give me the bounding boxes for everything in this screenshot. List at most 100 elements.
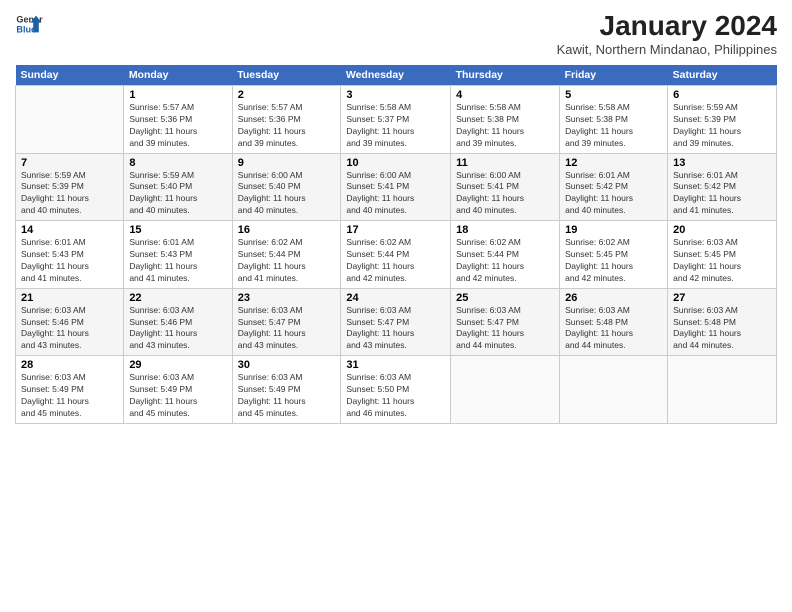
header: General Blue January 2024 Kawit, Norther… bbox=[15, 10, 777, 57]
day-info: Sunrise: 5:59 AM Sunset: 5:39 PM Dayligh… bbox=[673, 102, 771, 150]
day-info: Sunrise: 6:03 AM Sunset: 5:48 PM Dayligh… bbox=[565, 305, 662, 353]
day-number: 22 bbox=[129, 292, 226, 304]
calendar-week-4: 21Sunrise: 6:03 AM Sunset: 5:46 PM Dayli… bbox=[16, 288, 777, 356]
calendar-table: SundayMondayTuesdayWednesdayThursdayFrid… bbox=[15, 65, 777, 424]
calendar-cell bbox=[560, 356, 668, 424]
day-info: Sunrise: 6:03 AM Sunset: 5:50 PM Dayligh… bbox=[346, 372, 445, 420]
day-number: 3 bbox=[346, 89, 445, 101]
calendar-header-row: SundayMondayTuesdayWednesdayThursdayFrid… bbox=[16, 65, 777, 86]
day-info: Sunrise: 6:01 AM Sunset: 5:43 PM Dayligh… bbox=[21, 237, 118, 285]
day-info: Sunrise: 6:02 AM Sunset: 5:44 PM Dayligh… bbox=[456, 237, 554, 285]
day-number: 2 bbox=[238, 89, 336, 101]
calendar-cell: 7Sunrise: 5:59 AM Sunset: 5:39 PM Daylig… bbox=[16, 153, 124, 221]
svg-text:Blue: Blue bbox=[16, 24, 36, 34]
calendar-header-thursday: Thursday bbox=[451, 65, 560, 86]
calendar-cell: 25Sunrise: 6:03 AM Sunset: 5:47 PM Dayli… bbox=[451, 288, 560, 356]
day-number: 26 bbox=[565, 292, 662, 304]
calendar-cell: 13Sunrise: 6:01 AM Sunset: 5:42 PM Dayli… bbox=[668, 153, 777, 221]
calendar-cell: 4Sunrise: 5:58 AM Sunset: 5:38 PM Daylig… bbox=[451, 86, 560, 154]
day-number: 31 bbox=[346, 359, 445, 371]
day-info: Sunrise: 6:01 AM Sunset: 5:42 PM Dayligh… bbox=[565, 170, 662, 218]
page-subtitle: Kawit, Northern Mindanao, Philippines bbox=[557, 42, 777, 57]
day-info: Sunrise: 5:59 AM Sunset: 5:40 PM Dayligh… bbox=[129, 170, 226, 218]
calendar-cell bbox=[668, 356, 777, 424]
logo-icon: General Blue bbox=[15, 10, 43, 38]
calendar-cell: 3Sunrise: 5:58 AM Sunset: 5:37 PM Daylig… bbox=[341, 86, 451, 154]
calendar-week-1: 1Sunrise: 5:57 AM Sunset: 5:36 PM Daylig… bbox=[16, 86, 777, 154]
calendar-cell: 20Sunrise: 6:03 AM Sunset: 5:45 PM Dayli… bbox=[668, 221, 777, 289]
calendar-cell: 11Sunrise: 6:00 AM Sunset: 5:41 PM Dayli… bbox=[451, 153, 560, 221]
day-number: 11 bbox=[456, 157, 554, 169]
calendar-cell bbox=[451, 356, 560, 424]
calendar-header-friday: Friday bbox=[560, 65, 668, 86]
day-number: 24 bbox=[346, 292, 445, 304]
day-number: 21 bbox=[21, 292, 118, 304]
calendar-cell: 23Sunrise: 6:03 AM Sunset: 5:47 PM Dayli… bbox=[232, 288, 341, 356]
day-number: 10 bbox=[346, 157, 445, 169]
day-info: Sunrise: 6:03 AM Sunset: 5:49 PM Dayligh… bbox=[129, 372, 226, 420]
day-info: Sunrise: 6:03 AM Sunset: 5:45 PM Dayligh… bbox=[673, 237, 771, 285]
page-title: January 2024 bbox=[557, 10, 777, 42]
calendar-cell: 17Sunrise: 6:02 AM Sunset: 5:44 PM Dayli… bbox=[341, 221, 451, 289]
calendar-cell: 6Sunrise: 5:59 AM Sunset: 5:39 PM Daylig… bbox=[668, 86, 777, 154]
calendar-header-sunday: Sunday bbox=[16, 65, 124, 86]
day-number: 30 bbox=[238, 359, 336, 371]
day-info: Sunrise: 6:02 AM Sunset: 5:44 PM Dayligh… bbox=[346, 237, 445, 285]
day-info: Sunrise: 6:03 AM Sunset: 5:47 PM Dayligh… bbox=[238, 305, 336, 353]
day-number: 25 bbox=[456, 292, 554, 304]
day-info: Sunrise: 6:01 AM Sunset: 5:42 PM Dayligh… bbox=[673, 170, 771, 218]
calendar-cell: 28Sunrise: 6:03 AM Sunset: 5:49 PM Dayli… bbox=[16, 356, 124, 424]
day-number: 6 bbox=[673, 89, 771, 101]
calendar-week-5: 28Sunrise: 6:03 AM Sunset: 5:49 PM Dayli… bbox=[16, 356, 777, 424]
day-info: Sunrise: 6:03 AM Sunset: 5:46 PM Dayligh… bbox=[21, 305, 118, 353]
day-number: 9 bbox=[238, 157, 336, 169]
day-number: 15 bbox=[129, 224, 226, 236]
calendar-cell: 9Sunrise: 6:00 AM Sunset: 5:40 PM Daylig… bbox=[232, 153, 341, 221]
calendar-cell: 29Sunrise: 6:03 AM Sunset: 5:49 PM Dayli… bbox=[124, 356, 232, 424]
day-info: Sunrise: 6:02 AM Sunset: 5:45 PM Dayligh… bbox=[565, 237, 662, 285]
day-number: 1 bbox=[129, 89, 226, 101]
calendar-cell: 10Sunrise: 6:00 AM Sunset: 5:41 PM Dayli… bbox=[341, 153, 451, 221]
day-info: Sunrise: 6:03 AM Sunset: 5:49 PM Dayligh… bbox=[21, 372, 118, 420]
day-info: Sunrise: 5:59 AM Sunset: 5:39 PM Dayligh… bbox=[21, 170, 118, 218]
calendar-cell: 5Sunrise: 5:58 AM Sunset: 5:38 PM Daylig… bbox=[560, 86, 668, 154]
day-number: 18 bbox=[456, 224, 554, 236]
day-info: Sunrise: 5:58 AM Sunset: 5:37 PM Dayligh… bbox=[346, 102, 445, 150]
day-info: Sunrise: 6:03 AM Sunset: 5:46 PM Dayligh… bbox=[129, 305, 226, 353]
day-info: Sunrise: 6:00 AM Sunset: 5:40 PM Dayligh… bbox=[238, 170, 336, 218]
calendar-cell: 19Sunrise: 6:02 AM Sunset: 5:45 PM Dayli… bbox=[560, 221, 668, 289]
calendar-cell: 21Sunrise: 6:03 AM Sunset: 5:46 PM Dayli… bbox=[16, 288, 124, 356]
day-info: Sunrise: 6:03 AM Sunset: 5:47 PM Dayligh… bbox=[346, 305, 445, 353]
day-info: Sunrise: 6:00 AM Sunset: 5:41 PM Dayligh… bbox=[346, 170, 445, 218]
day-info: Sunrise: 6:03 AM Sunset: 5:49 PM Dayligh… bbox=[238, 372, 336, 420]
calendar-cell: 27Sunrise: 6:03 AM Sunset: 5:48 PM Dayli… bbox=[668, 288, 777, 356]
day-info: Sunrise: 5:58 AM Sunset: 5:38 PM Dayligh… bbox=[565, 102, 662, 150]
calendar-header-monday: Monday bbox=[124, 65, 232, 86]
calendar-cell: 2Sunrise: 5:57 AM Sunset: 5:36 PM Daylig… bbox=[232, 86, 341, 154]
day-info: Sunrise: 6:03 AM Sunset: 5:47 PM Dayligh… bbox=[456, 305, 554, 353]
day-number: 29 bbox=[129, 359, 226, 371]
logo: General Blue bbox=[15, 10, 47, 38]
day-info: Sunrise: 5:57 AM Sunset: 5:36 PM Dayligh… bbox=[238, 102, 336, 150]
day-number: 17 bbox=[346, 224, 445, 236]
day-number: 5 bbox=[565, 89, 662, 101]
day-number: 16 bbox=[238, 224, 336, 236]
day-number: 4 bbox=[456, 89, 554, 101]
day-number: 19 bbox=[565, 224, 662, 236]
calendar-header-saturday: Saturday bbox=[668, 65, 777, 86]
day-info: Sunrise: 5:58 AM Sunset: 5:38 PM Dayligh… bbox=[456, 102, 554, 150]
calendar-cell: 22Sunrise: 6:03 AM Sunset: 5:46 PM Dayli… bbox=[124, 288, 232, 356]
day-info: Sunrise: 6:03 AM Sunset: 5:48 PM Dayligh… bbox=[673, 305, 771, 353]
calendar-cell: 1Sunrise: 5:57 AM Sunset: 5:36 PM Daylig… bbox=[124, 86, 232, 154]
day-number: 7 bbox=[21, 157, 118, 169]
calendar-cell: 12Sunrise: 6:01 AM Sunset: 5:42 PM Dayli… bbox=[560, 153, 668, 221]
calendar-cell: 16Sunrise: 6:02 AM Sunset: 5:44 PM Dayli… bbox=[232, 221, 341, 289]
day-info: Sunrise: 5:57 AM Sunset: 5:36 PM Dayligh… bbox=[129, 102, 226, 150]
calendar-week-3: 14Sunrise: 6:01 AM Sunset: 5:43 PM Dayli… bbox=[16, 221, 777, 289]
day-info: Sunrise: 6:00 AM Sunset: 5:41 PM Dayligh… bbox=[456, 170, 554, 218]
calendar-header-wednesday: Wednesday bbox=[341, 65, 451, 86]
calendar-cell bbox=[16, 86, 124, 154]
day-number: 20 bbox=[673, 224, 771, 236]
title-block: January 2024 Kawit, Northern Mindanao, P… bbox=[557, 10, 777, 57]
calendar-cell: 15Sunrise: 6:01 AM Sunset: 5:43 PM Dayli… bbox=[124, 221, 232, 289]
